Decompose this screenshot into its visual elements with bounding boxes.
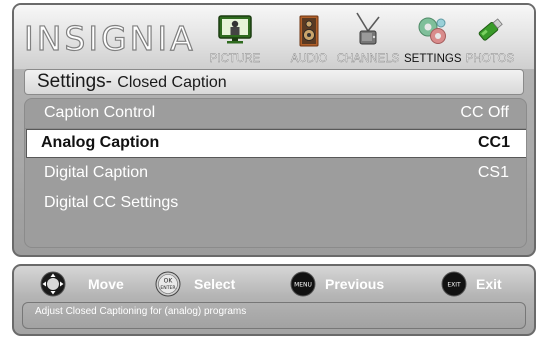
setting-analog-caption[interactable]: Analog Caption CC1 — [26, 129, 526, 158]
setting-value: CS1 — [477, 164, 509, 181]
dpad-icon — [40, 271, 66, 302]
tab-channels[interactable]: CHANNELS — [335, 9, 401, 67]
tv-menu-screen: INSIGNIA PICTURE AUDIO CHANNELS SETTINGS… — [0, 0, 539, 339]
tab-picture[interactable]: PICTURE — [204, 9, 266, 67]
setting-digital-caption[interactable]: Digital Caption CS1 — [25, 159, 526, 188]
antenna-icon — [353, 11, 383, 52]
nav-exit: EXIT Exit — [441, 271, 521, 299]
nav-previous-label: Previous — [325, 276, 385, 292]
setting-caption-control[interactable]: Caption Control CC Off — [25, 99, 526, 129]
nav-select-label: Select — [194, 276, 236, 292]
setting-label: Digital Caption — [44, 164, 149, 181]
setting-value: CC Off — [460, 104, 509, 121]
tab-photos[interactable]: PHOTOS — [461, 9, 519, 67]
status-bar: Adjust Closed Captioning for (analog) pr… — [22, 302, 526, 329]
nav-move-label: Move — [88, 276, 124, 292]
tab-settings-label: SETTINGS — [404, 53, 462, 65]
insignia-logo: INSIGNIA — [23, 19, 196, 58]
exit-icon-text: EXIT — [447, 282, 461, 289]
usb-drive-icon — [475, 15, 505, 50]
tab-audio-label: AUDIO — [290, 53, 328, 65]
setting-value: CC1 — [477, 134, 510, 151]
nav-previous: MENU Previous — [290, 271, 420, 299]
menu-icon-text: MENU — [294, 282, 312, 289]
page-title: Settings- Closed Caption — [37, 71, 227, 93]
nav-exit-label: Exit — [476, 276, 502, 292]
tab-settings[interactable]: SETTINGS — [404, 9, 462, 67]
setting-label: Caption Control — [44, 104, 156, 121]
gears-icon — [417, 15, 447, 50]
menu-button-icon: MENU — [290, 271, 316, 302]
tab-photos-label: PHOTOS — [465, 53, 515, 65]
tab-picture-label: PICTURE — [209, 53, 261, 65]
speaker-icon — [298, 15, 320, 52]
tab-channels-label: CHANNELS — [336, 53, 400, 65]
ok-enter-icon: OK ENTER — [155, 271, 181, 302]
exit-button-icon: EXIT — [441, 271, 467, 302]
nav-select: OK ENTER Select — [155, 271, 275, 299]
setting-digital-cc-settings[interactable]: Digital CC Settings — [25, 189, 526, 218]
settings-list: Caption Control CC Off Analog Caption CC… — [24, 98, 527, 248]
setting-label: Digital CC Settings — [44, 194, 179, 211]
page-title-bar: Settings- Closed Caption — [24, 69, 524, 95]
tv-icon — [218, 15, 252, 50]
page-title-main: Settings- — [37, 71, 112, 92]
ok-icon-text: OK — [164, 278, 174, 285]
main-menu-panel: INSIGNIA PICTURE AUDIO CHANNELS SETTINGS… — [12, 3, 536, 257]
enter-icon-text: ENTER — [160, 285, 176, 291]
page-subtitle: Closed Caption — [117, 74, 227, 91]
status-text: Adjust Closed Captioning for (analog) pr… — [35, 306, 247, 317]
tab-audio[interactable]: AUDIO — [283, 9, 335, 67]
menu-header: INSIGNIA PICTURE AUDIO CHANNELS SETTINGS… — [14, 5, 534, 69]
help-panel: Move OK ENTER Select MENU Previous EXIT … — [12, 264, 536, 336]
nav-move: Move — [40, 271, 150, 299]
setting-label: Analog Caption — [41, 134, 160, 151]
